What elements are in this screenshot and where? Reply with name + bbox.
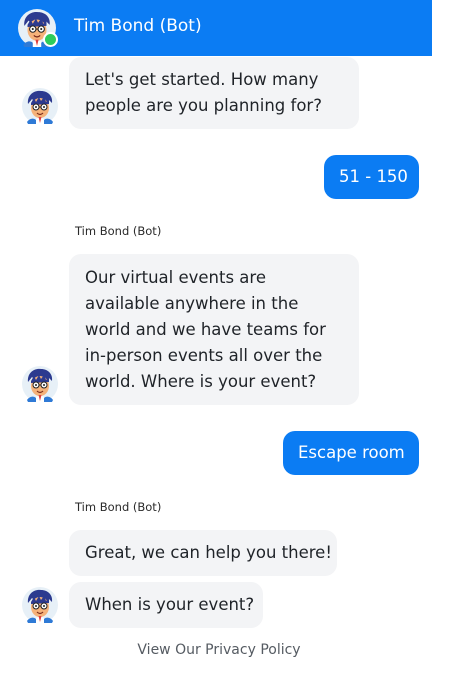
bot-message: Great, we can help you there! xyxy=(69,530,337,576)
user-message: Escape room xyxy=(283,431,419,475)
sender-label: Tim Bond (Bot) xyxy=(75,500,162,514)
bot-avatar-icon xyxy=(22,366,58,402)
chat-title: Tim Bond (Bot) xyxy=(74,16,202,36)
user-message: 51 - 150 xyxy=(324,155,419,199)
bot-message: Our virtual events are available anywher… xyxy=(69,254,359,405)
privacy-policy-link[interactable]: View Our Privacy Policy xyxy=(0,642,438,658)
online-status-icon xyxy=(43,32,58,47)
bot-avatar-icon xyxy=(22,88,58,124)
bot-message: When is your event? xyxy=(69,582,263,628)
sender-label: Tim Bond (Bot) xyxy=(75,224,162,238)
chat-header: Tim Bond (Bot) xyxy=(0,0,432,56)
bot-message: Let's get started. How many people are y… xyxy=(69,57,359,129)
bot-avatar-icon xyxy=(22,587,58,623)
